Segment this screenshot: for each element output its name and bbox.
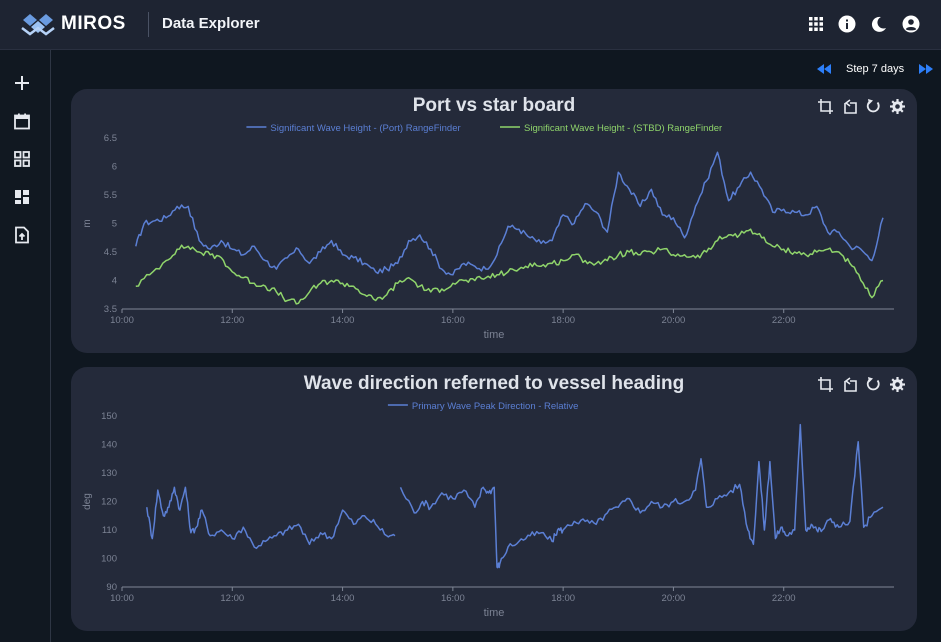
wave-height-chart[interactable]: Port vs star board Significant Wave Heigh… bbox=[71, 89, 917, 353]
y-tick-label: 150 bbox=[101, 411, 117, 422]
wave-direction-chart[interactable]: Wave direction referned to vessel headin… bbox=[71, 367, 917, 631]
crop-icon[interactable] bbox=[817, 376, 834, 393]
x-tick-label: 12:00 bbox=[220, 315, 244, 326]
chart-card-wave-direction: Wave direction referned to vessel headin… bbox=[71, 367, 917, 631]
settings-gear-icon[interactable] bbox=[889, 376, 906, 393]
step-back-icon[interactable] bbox=[816, 62, 832, 76]
legend-label: Significant Wave Height - (STBD) RangeFi… bbox=[524, 123, 722, 134]
x-tick-label: 14:00 bbox=[331, 593, 355, 604]
grid-view-icon[interactable] bbox=[13, 150, 31, 168]
y-tick-label: 140 bbox=[101, 440, 117, 451]
legend-label: Significant Wave Height - (Port) RangeFi… bbox=[270, 123, 460, 134]
settings-gear-icon[interactable] bbox=[889, 98, 906, 115]
y-tick-label: 130 bbox=[101, 468, 117, 479]
y-tick-label: 6 bbox=[112, 162, 117, 173]
zoom-undo-icon[interactable] bbox=[841, 376, 858, 393]
x-tick-label: 20:00 bbox=[662, 593, 686, 604]
restore-icon[interactable] bbox=[865, 98, 882, 115]
x-tick-label: 12:00 bbox=[220, 593, 244, 604]
header-divider bbox=[148, 12, 149, 37]
x-tick-label: 18:00 bbox=[551, 593, 575, 604]
y-tick-label: 4.5 bbox=[104, 247, 117, 258]
y-axis-label: m bbox=[82, 219, 93, 227]
y-axis-label: deg bbox=[82, 493, 93, 510]
zoom-undo-icon[interactable] bbox=[841, 98, 858, 115]
add-icon[interactable] bbox=[13, 74, 31, 92]
y-tick-label: 4 bbox=[112, 276, 117, 287]
top-app-bar: MIROS Data Explorer bbox=[0, 0, 941, 50]
chart-card-port-vs-starboard: Port vs star board Significant Wave Heigh… bbox=[71, 89, 917, 353]
sidebar bbox=[0, 50, 51, 642]
chart-title: Port vs star board bbox=[413, 95, 576, 116]
x-tick-label: 10:00 bbox=[110, 593, 134, 604]
x-axis-label: time bbox=[484, 329, 505, 341]
x-tick-label: 22:00 bbox=[772, 315, 796, 326]
brand-name[interactable]: MIROS bbox=[61, 13, 126, 35]
legend-label: Primary Wave Peak Direction - Relative bbox=[412, 401, 578, 412]
miros-logo[interactable] bbox=[21, 12, 55, 36]
dashboard-icon[interactable] bbox=[13, 188, 31, 206]
restore-icon[interactable] bbox=[865, 376, 882, 393]
account-icon[interactable] bbox=[902, 15, 920, 33]
x-tick-label: 16:00 bbox=[441, 315, 465, 326]
upload-file-icon[interactable] bbox=[13, 226, 31, 244]
series-line bbox=[135, 151, 884, 276]
info-icon[interactable] bbox=[838, 15, 856, 33]
step-label: Step 7 days bbox=[846, 63, 905, 75]
page-title: Data Explorer bbox=[162, 15, 260, 32]
y-tick-label: 110 bbox=[102, 525, 117, 536]
x-tick-label: 22:00 bbox=[772, 593, 796, 604]
x-tick-label: 20:00 bbox=[662, 315, 686, 326]
y-tick-label: 90 bbox=[106, 582, 117, 593]
x-tick-label: 18:00 bbox=[551, 315, 575, 326]
y-tick-label: 3.5 bbox=[104, 304, 117, 315]
x-axis-label: time bbox=[484, 607, 505, 619]
x-tick-label: 14:00 bbox=[331, 315, 355, 326]
chart-title: Wave direction referned to vessel headin… bbox=[304, 373, 684, 394]
calendar-icon[interactable] bbox=[13, 112, 31, 130]
series-line bbox=[135, 228, 884, 305]
y-tick-label: 5 bbox=[112, 219, 117, 230]
y-tick-label: 6.5 bbox=[104, 133, 117, 144]
x-tick-label: 10:00 bbox=[110, 315, 134, 326]
y-tick-label: 100 bbox=[101, 554, 117, 565]
dark-mode-moon-icon[interactable] bbox=[870, 15, 888, 33]
step-forward-icon[interactable] bbox=[918, 62, 934, 76]
y-tick-label: 120 bbox=[101, 497, 117, 508]
crop-icon[interactable] bbox=[817, 98, 834, 115]
x-tick-label: 16:00 bbox=[441, 593, 465, 604]
y-tick-label: 5.5 bbox=[104, 190, 117, 201]
apps-grid-icon[interactable] bbox=[807, 15, 825, 33]
series-line bbox=[146, 423, 884, 569]
